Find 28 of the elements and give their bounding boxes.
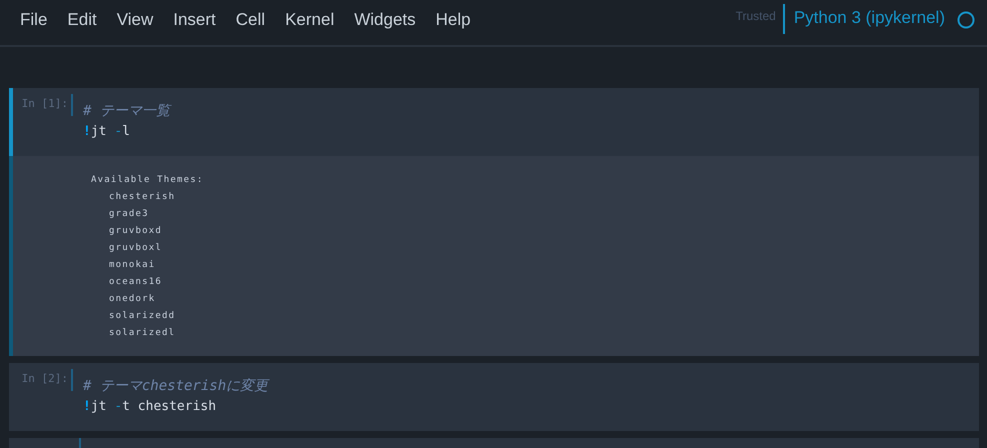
code-comment: # テーマchesterishに変更: [83, 377, 268, 396]
code-line: !jt -l: [83, 124, 131, 141]
trusted-indicator: Trusted: [736, 9, 776, 23]
output-text: grade3: [108, 208, 150, 221]
output-text: oceans16: [108, 276, 163, 289]
kernel-name[interactable]: Python 3 (ipykernel): [794, 8, 945, 28]
menu-item[interactable]: Widgets: [344, 10, 426, 30]
input-prompt: In [2]:: [20, 371, 69, 387]
output-text: Available Themes:: [91, 174, 205, 187]
menu-item[interactable]: Edit: [57, 10, 107, 30]
menu-item[interactable]: File: [10, 10, 58, 30]
menu-item[interactable]: Help: [426, 10, 481, 30]
output-text: solarizedd: [108, 310, 176, 323]
output-text: onedork: [108, 293, 156, 306]
menu-item[interactable]: Insert: [163, 10, 226, 30]
output-text: gruvboxl: [108, 242, 163, 255]
code-line: !jt -t chesterish: [83, 399, 218, 416]
code-cell[interactable]: In [2]: # テーマchesterishに変更 !jt -t chesterish: [9, 363, 979, 431]
code-comment: # テーマ一覧: [83, 102, 170, 121]
output-text: chesterish: [108, 191, 176, 204]
menu-item[interactable]: Kernel: [275, 10, 344, 30]
output-text: solarizedl: [108, 327, 176, 340]
menu-item[interactable]: View: [106, 10, 164, 30]
output-text: monokai: [108, 259, 156, 272]
menu-item[interactable]: Cell: [226, 10, 276, 30]
output-text: gruvboxd: [108, 225, 163, 238]
input-prompt: In [1]:: [20, 96, 69, 112]
code-cell[interactable]: In [1]: # テーマ一覧 !jt -l Available Themes: chesterish grade3 gruvboxd gruvboxl monokai oceans16 onedork solarizedd solarizedl: [9, 88, 979, 356]
